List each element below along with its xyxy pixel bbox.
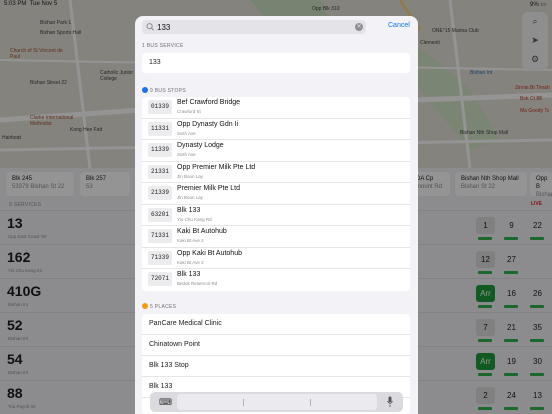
bus-stop-results: 01339 Bef Crawford Bridge Crawford St 11331… — [142, 97, 410, 291]
stop-road: Yio Chu Kang Rd — [177, 216, 212, 222]
divider — [243, 399, 244, 406]
status-bar: 5:03 PM Tue Nov 5 9% ▭ — [0, 0, 552, 10]
place-name: Blk 133 — [149, 383, 173, 390]
stop-code: 71331 — [148, 229, 172, 243]
section-title-stops: 9 BUS STOPS — [142, 87, 186, 94]
stop-name: Dynasty Lodge — [177, 142, 224, 149]
stop-code: 71339 — [148, 250, 172, 265]
bus-stop-result[interactable]: 63201 Blk 133 Yio Chu Kang Rd — [142, 205, 410, 226]
place-icon — [142, 303, 148, 309]
stop-code: 11331 — [148, 121, 172, 136]
place-result[interactable]: Blk 133 Stop — [142, 356, 410, 377]
service-result-label: 133 — [149, 59, 161, 66]
bus-stop-result[interactable]: 11331 Opp Dynasty Gdn Ii Sixth Ave — [142, 119, 410, 140]
place-name: PanCare Medical Clinic — [149, 320, 222, 327]
stop-road: Crawford St — [177, 109, 201, 114]
divider — [310, 399, 311, 406]
stop-road: Sixth Ave — [177, 152, 196, 157]
section-title-services: 1 BUS SERVICE — [142, 43, 184, 49]
search-input[interactable] — [157, 21, 342, 33]
search-sheet: ✕ Cancel 1 BUS SERVICE 133 9 BUS STOPS 0… — [135, 16, 418, 414]
predictive-text-bar[interactable] — [177, 394, 377, 410]
stop-code: 21331 — [148, 164, 172, 179]
place-name: Chinatown Point — [149, 341, 200, 348]
stop-road: Jln Boon Lay — [177, 173, 204, 179]
status-time: 5:03 PM Tue Nov 5 — [4, 1, 58, 7]
clear-icon[interactable]: ✕ — [355, 23, 363, 31]
stop-road: Jln Boon Lay — [177, 195, 204, 200]
stop-name: Opp Premier Milk Pte Ltd — [177, 163, 256, 171]
bus-stop-result[interactable]: 71339 Opp Kaki Bt Autohub Kaki Bt Ave 2 — [142, 248, 410, 269]
bus-stop-result[interactable]: 21331 Opp Premier Milk Pte Ltd Jln Boon La… — [142, 162, 410, 183]
service-result[interactable]: 133 — [142, 53, 410, 73]
section-title-places: 5 PLACES — [142, 303, 176, 310]
stop-name: Premier Milk Pte Ltd — [177, 185, 241, 192]
keyboard-icon[interactable]: ⌨ — [159, 397, 172, 407]
bus-stop-result[interactable]: 01339 Bef Crawford Bridge Crawford St — [142, 97, 410, 119]
microphone-icon[interactable] — [387, 396, 393, 408]
stop-code: 63201 — [148, 207, 172, 222]
stop-name: Blk 133 — [177, 271, 201, 278]
bus-stop-result[interactable]: 72071 Blk 133 Bedok Reservoir Rd — [142, 269, 410, 291]
stop-name: Bef Crawford Bridge — [177, 99, 241, 106]
stop-name: Kaki Bt Autohub — [177, 228, 227, 235]
stop-road: Kaki Bt Ave 2 — [177, 238, 204, 243]
stop-code: 01339 — [148, 100, 172, 114]
stop-road: Kaki Bt Ave 2 — [177, 259, 204, 265]
cancel-button[interactable]: Cancel — [388, 22, 410, 29]
stop-name: Opp Kaki Bt Autohub — [177, 249, 242, 257]
stop-name: Blk 133 — [177, 206, 201, 214]
bus-stop-icon — [142, 87, 148, 93]
battery-indicator: 9% ▭ — [529, 2, 546, 8]
bus-stop-result[interactable]: 11339 Dynasty Lodge Sixth Ave — [142, 140, 410, 162]
place-result[interactable]: PanCare Medical Clinic — [142, 314, 410, 335]
stop-code: 21339 — [148, 186, 172, 200]
bus-stop-result[interactable]: 21339 Premier Milk Pte Ltd Jln Boon Lay — [142, 183, 410, 205]
search-icon — [146, 23, 154, 31]
stop-road: Sixth Ave — [177, 130, 196, 136]
place-name: Blk 133 Stop — [149, 362, 189, 369]
stop-road: Bedok Reservoir Rd — [177, 281, 218, 286]
stop-code: 11339 — [148, 143, 172, 157]
place-result[interactable]: Chinatown Point — [142, 335, 410, 356]
stop-code: 72071 — [148, 272, 172, 286]
search-bar: ✕ — [142, 20, 366, 34]
bus-stop-result[interactable]: 71331 Kaki Bt Autohub Kaki Bt Ave 2 — [142, 226, 410, 248]
stop-name: Opp Dynasty Gdn Ii — [177, 120, 239, 128]
keyboard-shortcut-bar: ⌨ — [150, 392, 403, 412]
